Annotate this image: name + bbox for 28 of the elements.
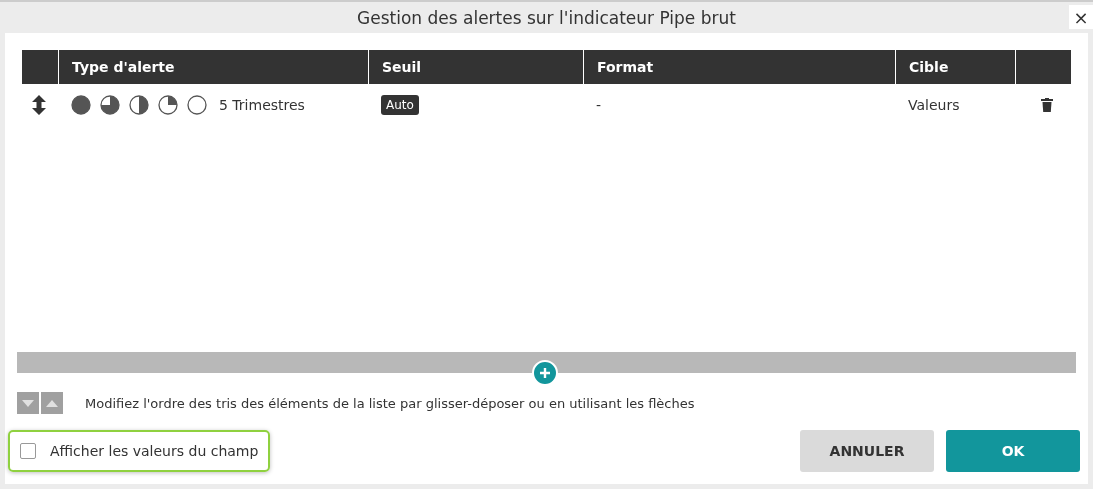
alert-type-text: 5 Trimestres [219,97,305,113]
pie-icon [187,95,207,115]
pie-icon [129,95,149,115]
column-header: Type d'alerte [58,50,368,84]
checkbox[interactable] [20,443,36,459]
column-header: Format [583,50,895,84]
hint-text: Modifiez l'ordre des tris des éléments de la liste par glisser-déposer ou en utilisant les flèches [85,395,695,411]
column-header: Cible [895,50,1015,84]
pie-icon [100,95,120,115]
checkbox-label: Afficher les valeurs du champ [50,443,259,459]
format-text: - [596,97,602,113]
move-down-button[interactable] [17,392,39,414]
add-button[interactable] [532,360,558,386]
drag-handle-icon[interactable] [32,95,46,115]
trash-icon[interactable] [1041,98,1053,112]
threshold-tag: Auto [381,95,419,115]
close-button[interactable]: × [1069,5,1093,29]
target-text: Valeurs [908,97,960,113]
move-up-button[interactable] [41,392,63,414]
pie-icon [158,95,178,115]
ok-button[interactable]: OK [946,430,1080,472]
plus-icon [539,367,551,379]
up-triangle-icon [46,399,58,407]
dialog-title: Gestion des alertes sur l'indicateur Pipe brut [357,7,736,28]
down-triangle-icon [22,399,34,407]
pie-icon [71,95,91,115]
column-header: Seuil [368,50,583,84]
cancel-button[interactable]: ANNULER [800,430,934,472]
